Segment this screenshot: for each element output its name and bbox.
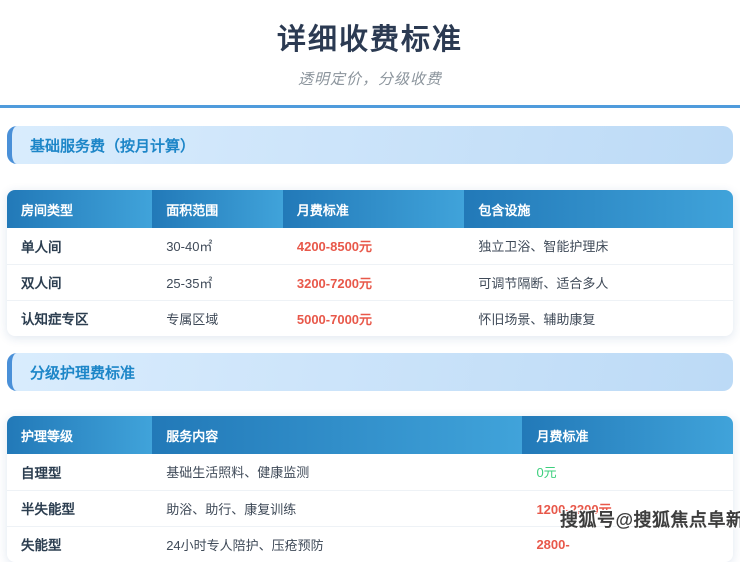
- level-cell: 自理型: [7, 454, 152, 490]
- room-cell: 单人间: [7, 228, 152, 264]
- column-header-room-type: 房间类型: [7, 190, 152, 228]
- facilities-cell: 可调节隔断、适合多人: [464, 264, 733, 300]
- fee-cell: 4200-8500元: [283, 228, 465, 264]
- section-heading-label: 分级护理费标准: [30, 362, 135, 383]
- room-cell: 双人间: [7, 264, 152, 300]
- table-row: 认知症专区 专属区域 5000-7000元 怀旧场景、辅助康复: [7, 300, 733, 336]
- level-cell: 失能型: [7, 526, 152, 562]
- column-header-care-level: 护理等级: [7, 416, 152, 454]
- page-header: 详细收费标准 透明定价，分级收费: [0, 0, 740, 108]
- care-fees-table-card: 护理等级 服务内容 月费标准 自理型 基础生活照料、健康监测 0元 半失能型 助…: [7, 416, 733, 562]
- section-heading-label: 基础服务费（按月计算）: [30, 135, 195, 156]
- column-header-facilities: 包含设施: [464, 190, 733, 228]
- area-cell: 专属区域: [152, 300, 283, 336]
- table-row: 自理型 基础生活照料、健康监测 0元: [7, 454, 733, 490]
- services-cell: 基础生活照料、健康监测: [152, 454, 522, 490]
- table-header-row: 护理等级 服务内容 月费标准: [7, 416, 733, 454]
- level-cell: 半失能型: [7, 490, 152, 526]
- column-header-monthly-fee: 月费标准: [522, 416, 733, 454]
- page-subtitle: 透明定价，分级收费: [0, 68, 740, 89]
- fee-cell: 3200-7200元: [283, 264, 465, 300]
- table-header-row: 房间类型 面积范围 月费标准 包含设施: [7, 190, 733, 228]
- column-header-services: 服务内容: [152, 416, 522, 454]
- room-cell: 认知症专区: [7, 300, 152, 336]
- basic-fees-table-card: 房间类型 面积范围 月费标准 包含设施 单人间 30-40㎡ 4200-8500…: [7, 190, 733, 336]
- care-fees-table: 护理等级 服务内容 月费标准 自理型 基础生活照料、健康监测 0元 半失能型 助…: [7, 416, 733, 562]
- area-cell: 30-40㎡: [152, 228, 283, 264]
- fee-cell: 0元: [522, 454, 733, 490]
- sohu-watermark: 搜狐号@搜狐焦点阜新站: [560, 506, 740, 532]
- column-header-monthly-fee: 月费标准: [283, 190, 465, 228]
- column-header-area-range: 面积范围: [152, 190, 283, 228]
- section-heading-basic-fees: 基础服务费（按月计算）: [7, 126, 733, 164]
- services-cell: 助浴、助行、康复训练: [152, 490, 522, 526]
- main-content: 基础服务费（按月计算） 房间类型 面积范围 月费标准 包含设施 单人间 30-4…: [0, 126, 740, 562]
- table-row: 单人间 30-40㎡ 4200-8500元 独立卫浴、智能护理床: [7, 228, 733, 264]
- services-cell: 24小时专人陪护、压疮预防: [152, 526, 522, 562]
- section-heading-care-fees: 分级护理费标准: [7, 353, 733, 391]
- area-cell: 25-35㎡: [152, 264, 283, 300]
- fee-cell: 5000-7000元: [283, 300, 465, 336]
- table-row: 双人间 25-35㎡ 3200-7200元 可调节隔断、适合多人: [7, 264, 733, 300]
- facilities-cell: 独立卫浴、智能护理床: [464, 228, 733, 264]
- page-title: 详细收费标准: [0, 16, 740, 58]
- basic-fees-table: 房间类型 面积范围 月费标准 包含设施 单人间 30-40㎡ 4200-8500…: [7, 190, 733, 336]
- facilities-cell: 怀旧场景、辅助康复: [464, 300, 733, 336]
